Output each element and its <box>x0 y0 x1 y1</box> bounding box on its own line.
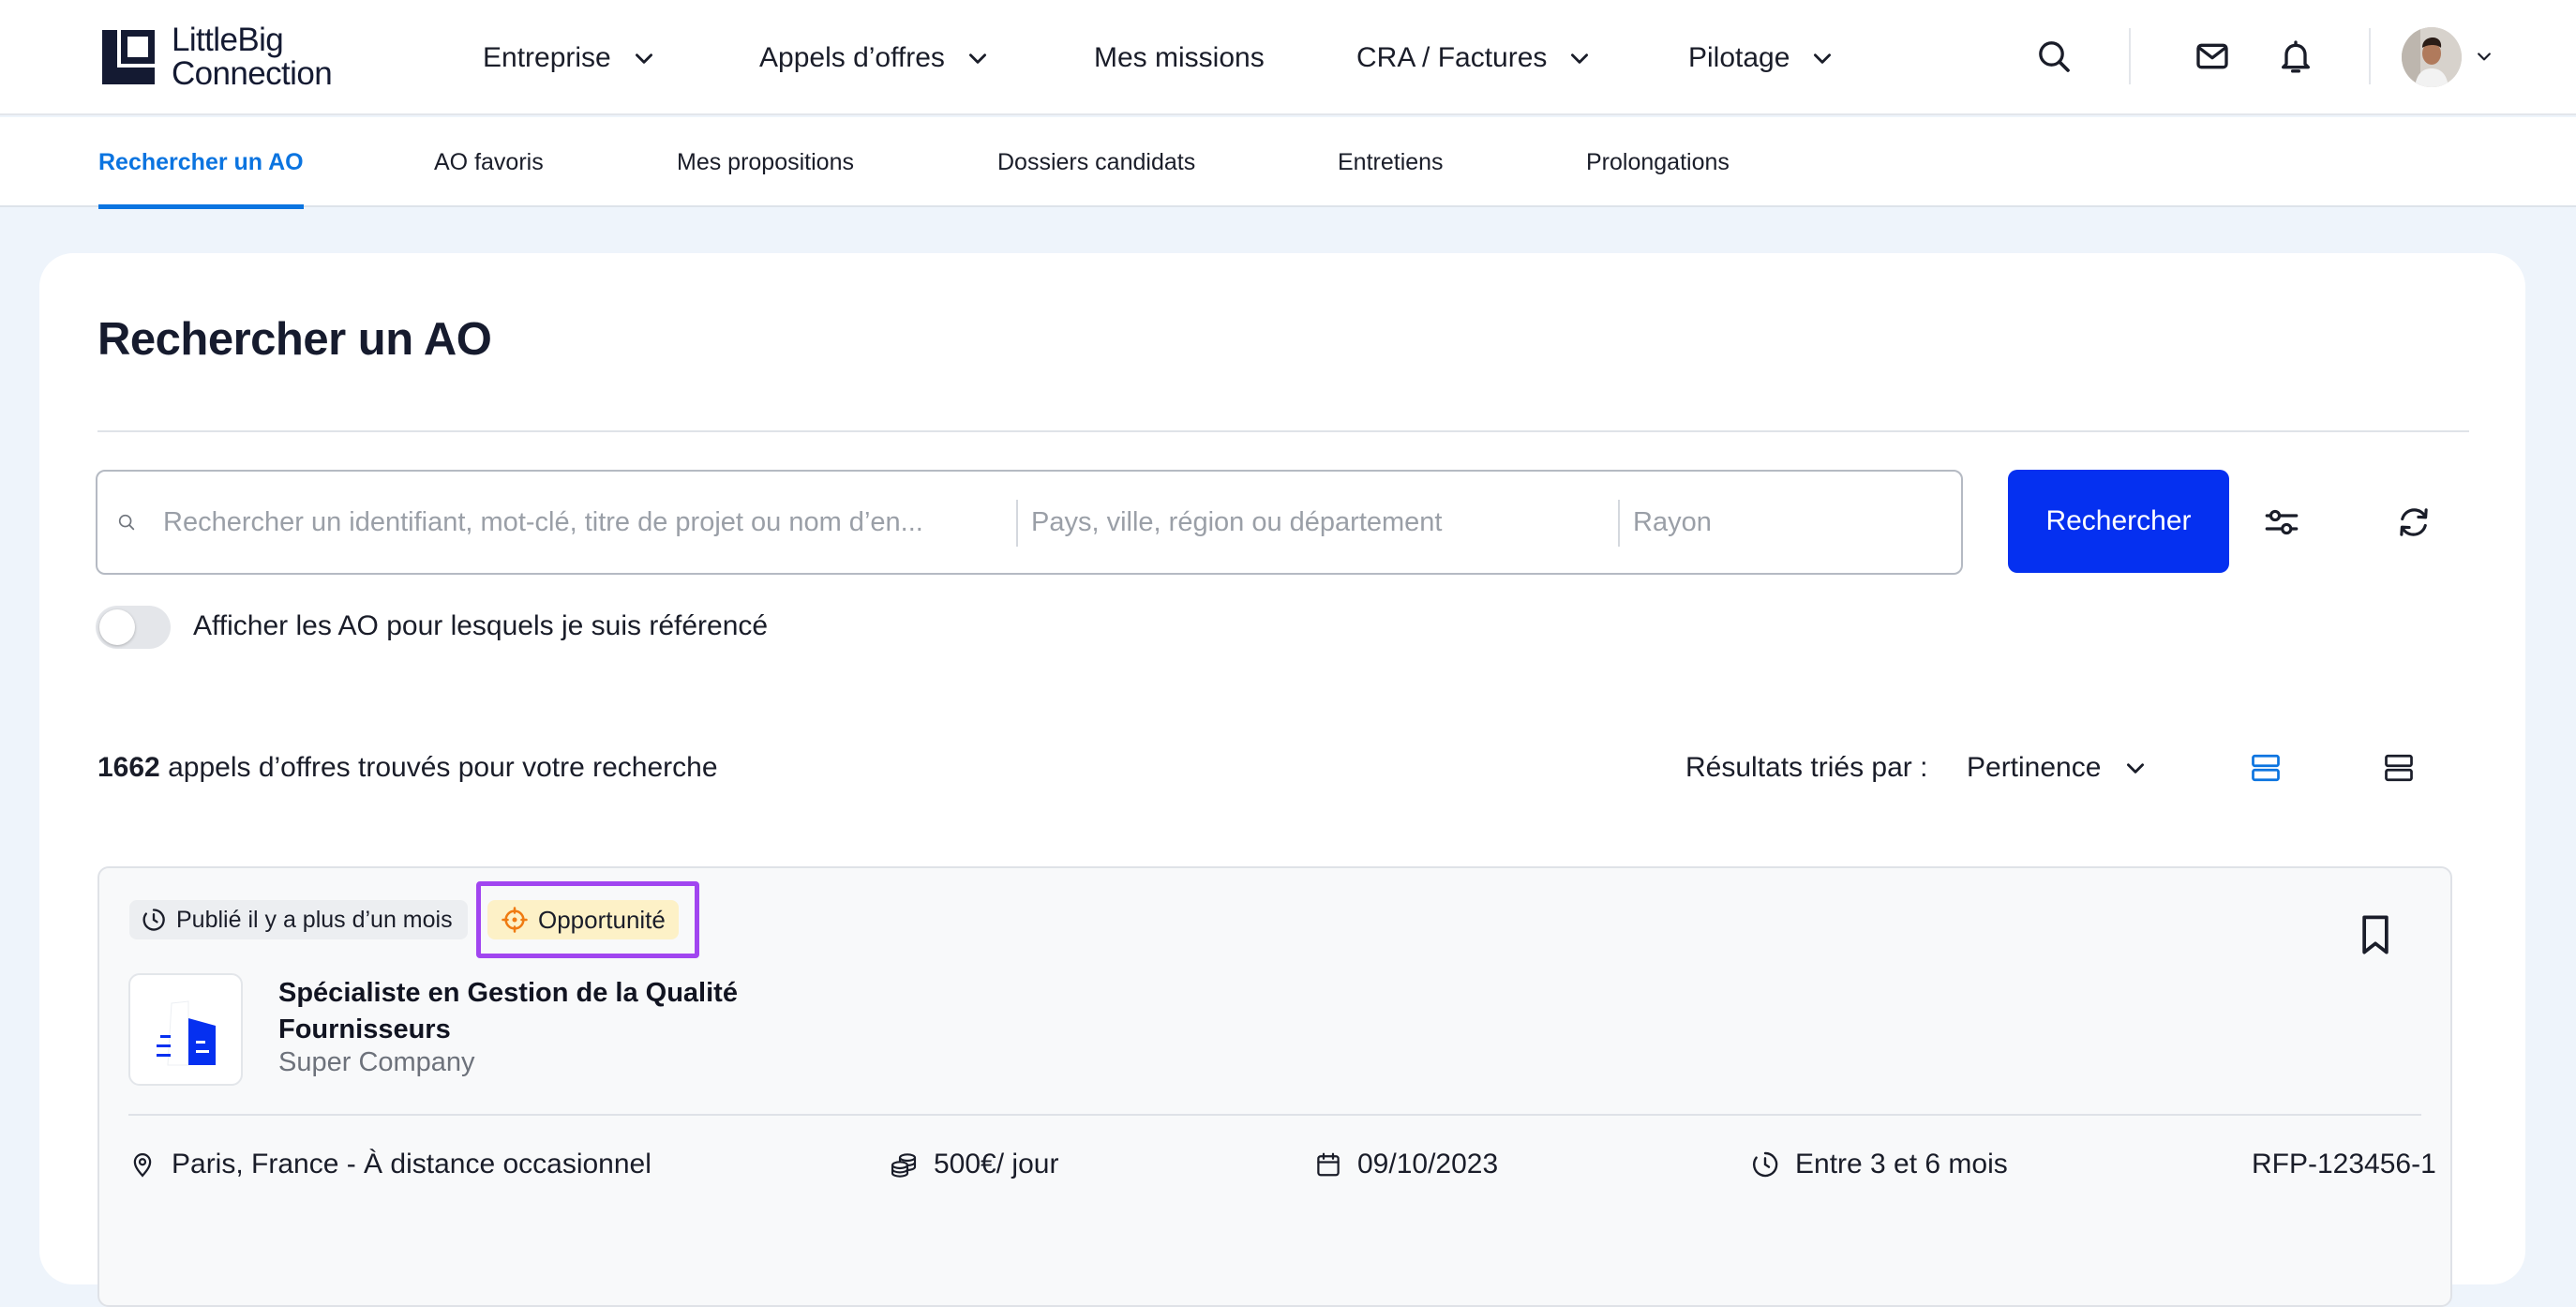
tab-mes-propositions[interactable]: Mes propositions <box>677 117 854 207</box>
nav-item-label: Pilotage <box>1688 42 1790 73</box>
avatar[interactable] <box>2402 27 2462 87</box>
nav-item-label: CRA / Factures <box>1356 42 1548 73</box>
results-count: 1662 appels d’offres trouvés pour votre … <box>97 752 718 784</box>
duration-text: Entre 3 et 6 mois <box>1795 1149 2008 1179</box>
referenced-toggle[interactable] <box>96 606 171 649</box>
sub-navigation: Rechercher un AO AO favoris Mes proposit… <box>0 117 2576 209</box>
chevron-down-icon <box>1814 53 1832 64</box>
search-icon <box>116 472 137 573</box>
results-count-number: 1662 <box>97 752 160 783</box>
field-divider <box>1618 500 1620 547</box>
nav-item-label: Appels d’offres <box>759 42 945 73</box>
clock-icon <box>1752 1151 1778 1178</box>
tab-label: Mes propositions <box>677 148 854 175</box>
tab-rechercher-ao[interactable]: Rechercher un AO <box>98 117 304 209</box>
chevron-down-icon <box>2127 763 2145 774</box>
tab-label: AO favoris <box>434 148 544 175</box>
job-title[interactable]: Spécialiste en Gestion de la Qualité Fou… <box>278 975 803 1048</box>
search-submit-button[interactable]: Rechercher <box>2008 470 2229 573</box>
divider <box>128 1114 2421 1116</box>
start-date-meta: 09/10/2023 <box>1314 1146 1498 1183</box>
published-badge-label: Publié il y a plus d’un mois <box>176 906 453 933</box>
mail-icon[interactable] <box>2192 36 2233 77</box>
location-input[interactable] <box>1031 506 1612 538</box>
divider <box>97 430 2469 432</box>
reference-text: RFP-123456-1 <box>2252 1149 2436 1179</box>
keyword-search-field[interactable] <box>163 472 1044 573</box>
top-navigation: LittleBig Connection Entreprise Appels d… <box>0 0 2576 115</box>
bell-icon[interactable] <box>2275 36 2316 77</box>
chevron-down-icon <box>635 53 652 64</box>
brand-name: LittleBig Connection <box>172 22 333 92</box>
tab-dossiers-candidats[interactable]: Dossiers candidats <box>997 117 1195 207</box>
company-name: Super Company <box>278 1047 475 1077</box>
nav-item-mes-missions[interactable]: Mes missions <box>1094 38 1265 79</box>
sort-select[interactable]: Pertinence <box>1967 746 2148 789</box>
sort-label: Résultats triés par : <box>1685 752 1928 783</box>
brand-name-line2: Connection <box>172 55 333 92</box>
nav-divider <box>2129 28 2131 84</box>
published-badge: Publié il y a plus d’un mois <box>129 900 468 939</box>
search-icon[interactable] <box>2033 36 2074 77</box>
location-meta: Paris, France - À distance occasionnel <box>128 1146 651 1183</box>
radius-field[interactable] <box>1633 472 1942 573</box>
tab-label: Prolongations <box>1586 148 1730 175</box>
duration-meta: Entre 3 et 6 mois <box>1750 1146 2008 1183</box>
location-search-field[interactable] <box>1031 472 1612 573</box>
coins-icon <box>891 1153 917 1178</box>
chevron-down-icon[interactable] <box>2473 45 2495 68</box>
brand-logo[interactable]: LittleBig Connection <box>97 22 333 92</box>
toggle-label: Afficher les AO pour lesquels je suis ré… <box>193 610 769 641</box>
field-divider <box>1016 500 1018 547</box>
nav-divider <box>2369 28 2371 84</box>
logo-mark-icon <box>97 26 158 88</box>
filter-sliders-icon[interactable] <box>2261 502 2302 543</box>
nav-item-entreprise[interactable]: Entreprise <box>483 38 656 79</box>
chevron-down-icon <box>1571 53 1589 64</box>
clock-icon <box>142 909 165 931</box>
nav-item-pilotage[interactable]: Pilotage <box>1688 38 1835 79</box>
location-text: Paris, France - À distance occasionnel <box>172 1149 651 1179</box>
tab-label: Dossiers candidats <box>997 148 1196 175</box>
tab-ao-favoris[interactable]: AO favoris <box>434 117 544 207</box>
radius-input[interactable] <box>1633 506 1942 538</box>
bookmark-icon[interactable] <box>2357 913 2394 956</box>
rate-meta: 500€/ jour <box>889 1146 1058 1183</box>
refresh-icon[interactable] <box>2393 502 2434 543</box>
reference-meta: RFP-123456-1 <box>2252 1146 2436 1183</box>
rate-text: 500€/ jour <box>934 1149 1059 1179</box>
nav-item-label: Entreprise <box>483 42 611 73</box>
list-view-icon[interactable] <box>2248 750 2284 786</box>
nav-item-appels-offres[interactable]: Appels d’offres <box>759 38 990 79</box>
nav-item-cra-factures[interactable]: CRA / Factures <box>1356 38 1592 79</box>
brand-name-line1: LittleBig <box>172 22 284 58</box>
keyword-search-input[interactable] <box>163 506 1044 538</box>
page-title: Rechercher un AO <box>97 314 492 365</box>
search-bar <box>96 470 1963 575</box>
chevron-down-icon <box>968 53 986 64</box>
tab-entretiens[interactable]: Entretiens <box>1338 117 1444 207</box>
tab-prolongations[interactable]: Prolongations <box>1586 117 1730 207</box>
location-pin-icon <box>133 1152 152 1178</box>
tab-label: Entretiens <box>1338 148 1444 175</box>
start-date-text: 09/10/2023 <box>1357 1149 1499 1179</box>
highlight-box <box>476 881 699 958</box>
calendar-icon <box>1317 1152 1340 1177</box>
toggle-knob <box>99 609 135 645</box>
nav-item-label: Mes missions <box>1094 42 1265 73</box>
tab-label: Rechercher un AO <box>98 148 304 175</box>
compact-view-icon[interactable] <box>2381 750 2417 786</box>
company-logo <box>128 973 243 1086</box>
results-count-suffix: appels d’offres trouvés pour votre reche… <box>168 752 718 783</box>
sort-select-value: Pertinence <box>1967 752 2102 783</box>
